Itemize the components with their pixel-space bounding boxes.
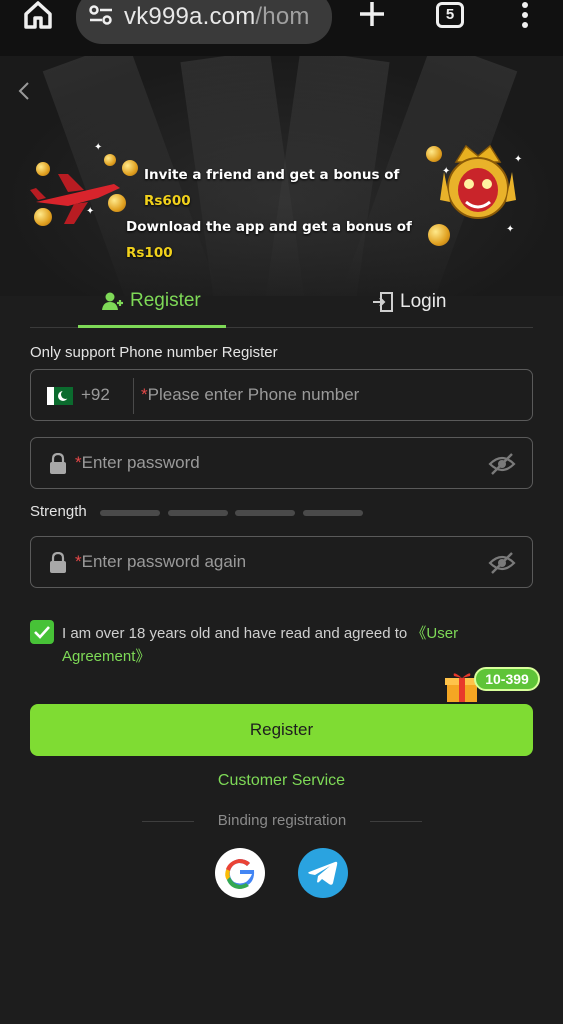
eye-off-icon[interactable]	[488, 452, 516, 476]
home-icon[interactable]	[22, 0, 54, 30]
password-field[interactable]: *Enter password	[30, 437, 533, 489]
register-page: ✦ ✦ ✦ ✦ ✦ Invite a friend and get a bonu…	[0, 56, 563, 1024]
strength-label: Strength	[30, 503, 87, 520]
agree-checkbox[interactable]	[30, 620, 54, 644]
country-code[interactable]: +92	[81, 385, 110, 405]
download-bonus-line: Download the app and get a bonus of Rs10…	[126, 214, 446, 266]
password-placeholder[interactable]: *Enter password	[75, 453, 200, 473]
phone-placeholder-text: Please enter Phone number	[147, 385, 360, 404]
new-tab-icon[interactable]	[358, 0, 386, 28]
url-path: /hom	[255, 3, 310, 30]
divider	[370, 821, 422, 822]
gift-badge[interactable]: 10-399	[474, 667, 540, 691]
password-strength: Strength	[30, 503, 430, 523]
confirm-password-field[interactable]: *Enter password again	[30, 536, 533, 588]
strength-bar	[168, 510, 228, 516]
tab-login[interactable]: Login	[372, 276, 492, 328]
tab-login-label: Login	[400, 291, 447, 312]
promo-text: Invite a friend and get a bonus of Rs600…	[126, 162, 446, 266]
tab-register-label: Register	[130, 289, 201, 311]
checkmark-icon	[34, 626, 50, 639]
agreement-text: I am over 18 years old and have read and…	[62, 622, 532, 668]
binding-registration: Binding registration	[142, 811, 422, 831]
tab-register[interactable]: Register	[78, 276, 226, 328]
invite-bonus-line: Invite a friend and get a bonus of Rs600	[126, 162, 446, 214]
site-settings-icon[interactable]	[88, 2, 114, 28]
strength-bar	[100, 510, 160, 516]
required-mark: *	[141, 385, 148, 404]
add-user-icon	[102, 292, 123, 310]
back-arrow-icon[interactable]	[14, 80, 36, 102]
phone-field[interactable]: +92 *Please enter Phone number	[30, 369, 533, 421]
url-text: vk999a.com/hom	[124, 3, 324, 31]
lock-icon	[50, 453, 66, 474]
address-bar[interactable]: vk999a.com/hom	[76, 0, 332, 44]
customer-service-link[interactable]: Customer Service	[0, 772, 563, 790]
register-button[interactable]: Register	[30, 704, 533, 756]
browser-toolbar: vk999a.com/hom 5	[0, 0, 563, 56]
phone-placeholder[interactable]: *Please enter Phone number	[141, 385, 359, 405]
strength-bar	[235, 510, 295, 516]
url-domain: vk999a.com	[124, 3, 256, 30]
strength-bar	[303, 510, 363, 516]
required-mark: *	[75, 453, 82, 472]
download-bonus-text: Download the app and get a bonus of	[126, 219, 412, 235]
download-bonus-amount: Rs100	[126, 245, 173, 261]
telegram-icon	[308, 861, 338, 885]
login-door-icon	[373, 292, 393, 312]
password-placeholder-text: Enter password	[81, 453, 200, 472]
required-mark: *	[75, 552, 82, 571]
auth-tabs: Register Login	[30, 276, 533, 328]
lock-icon	[50, 552, 66, 573]
eye-off-icon[interactable]	[488, 551, 516, 575]
divider	[133, 378, 134, 414]
promo-banner: ✦ ✦ ✦ ✦ ✦ Invite a friend and get a bonu…	[0, 56, 563, 296]
confirm-password-placeholder-text: Enter password again	[81, 552, 247, 571]
invite-bonus-amount: Rs600	[144, 193, 191, 209]
pakistan-flag-icon[interactable]	[47, 387, 73, 405]
more-options-icon[interactable]	[518, 0, 532, 30]
google-icon	[225, 859, 255, 889]
agreement-label: I am over 18 years old and have read and…	[62, 625, 412, 642]
golden-mask-icon	[440, 144, 516, 219]
support-note: Only support Phone number Register	[30, 344, 278, 361]
telegram-login-button[interactable]	[298, 848, 348, 898]
invite-bonus-text: Invite a friend and get a bonus of	[144, 167, 400, 183]
tab-switcher-button[interactable]: 5	[436, 2, 464, 28]
confirm-password-placeholder[interactable]: *Enter password again	[75, 552, 246, 572]
google-login-button[interactable]	[215, 848, 265, 898]
